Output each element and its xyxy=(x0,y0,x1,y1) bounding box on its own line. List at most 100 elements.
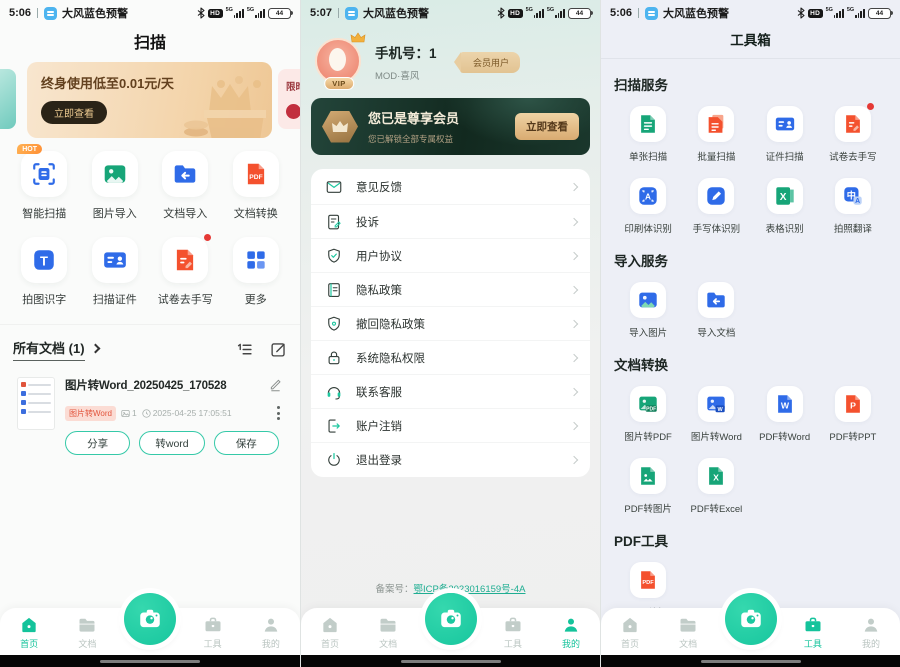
nav-me[interactable]: 我的 xyxy=(842,613,900,650)
timestamp: 2025-04-25 17:05:51 xyxy=(142,408,232,418)
quick-action-more[interactable]: 更多 xyxy=(221,237,292,307)
all-documents-link[interactable]: 所有文档 (1) xyxy=(13,338,85,361)
quick-action-label: 文档转换 xyxy=(234,205,278,221)
quick-action-doc-import[interactable]: 文档导入 xyxy=(150,151,221,221)
sort-list-icon[interactable] xyxy=(236,341,253,358)
home-indicator[interactable] xyxy=(401,660,501,663)
tool-handwriting-ocr[interactable]: 手写体识别 xyxy=(682,178,750,235)
camera-icon xyxy=(738,606,764,632)
tool-id-scan[interactable]: 证件扫描 xyxy=(751,106,819,163)
weather-warning-text: 大风蓝色预警 xyxy=(363,5,429,21)
tool-batch-scan[interactable]: 批量扫描 xyxy=(682,106,750,163)
avatar[interactable]: VIP xyxy=(315,38,363,86)
section-title-convert: 文档转换 xyxy=(614,354,887,374)
tool-photo-translate[interactable]: 中A 拍照翻译 xyxy=(819,178,887,235)
home-indicator[interactable] xyxy=(701,660,801,663)
id-card-icon xyxy=(102,247,128,273)
section-title-pdf-tools: PDF工具 xyxy=(614,530,887,550)
tool-pdf-to-word[interactable]: W PDF转Word xyxy=(751,386,819,443)
divider xyxy=(37,8,38,18)
nav-docs[interactable]: 文档 xyxy=(659,613,717,650)
share-button[interactable]: 分享 xyxy=(65,431,130,455)
home-icon xyxy=(19,615,39,635)
home-indicator[interactable] xyxy=(100,660,200,663)
signal-icon-sim1: 5G xyxy=(526,8,544,18)
nav-docs[interactable]: 文档 xyxy=(359,613,417,650)
nav-home[interactable]: 首页 xyxy=(601,613,659,650)
document-thumbnail[interactable] xyxy=(17,377,55,430)
document-row[interactable]: 图片转Word_20250425_170528 图片转Word 1 2025-0… xyxy=(15,375,285,457)
quick-action-label: 更多 xyxy=(245,291,267,307)
gesture-bar xyxy=(0,655,300,667)
nav-tools[interactable]: 工具 xyxy=(784,613,842,650)
chevron-right-icon xyxy=(570,319,578,327)
nav-tools[interactable]: 工具 xyxy=(183,613,241,650)
import-image-icon xyxy=(637,289,659,311)
quick-action-doc-convert[interactable]: PDF 文档转换 xyxy=(221,151,292,221)
nav-me[interactable]: 我的 xyxy=(242,613,300,650)
quick-action-erase-handwriting[interactable]: 试卷去手写 xyxy=(150,237,221,307)
menu-item-feedback[interactable]: 意见反馈 xyxy=(311,170,590,204)
chevron-right-icon xyxy=(570,387,578,395)
icp-link[interactable]: 鄂ICP备2023016159号-4A xyxy=(414,584,526,595)
weather-warning-icon xyxy=(44,7,57,20)
chevron-right-icon xyxy=(570,421,578,429)
tool-print-ocr[interactable]: A 印刷体识别 xyxy=(614,178,682,235)
menu-item-logout[interactable]: 退出登录 xyxy=(311,442,590,476)
menu-item-system-permissions[interactable]: 系统隐私权限 xyxy=(311,340,590,374)
to-word-button[interactable]: 转word xyxy=(139,431,204,455)
page-title: 扫描 xyxy=(0,29,300,53)
nav-tools[interactable]: 工具 xyxy=(484,613,542,650)
tool-erase-handwriting[interactable]: 试卷去手写 xyxy=(819,106,887,163)
banner-cta-button[interactable]: 立即查看 xyxy=(41,101,107,124)
compose-icon[interactable] xyxy=(270,341,287,358)
svg-text:P: P xyxy=(850,401,856,411)
carousel-next-card[interactable]: 限时 xyxy=(278,69,300,129)
tool-pdf-to-img[interactable]: PDF转图片 xyxy=(614,458,682,515)
quick-action-smart-scan[interactable]: HOT 智能扫描 xyxy=(9,151,80,221)
quick-action-image-import[interactable]: 图片导入 xyxy=(80,151,151,221)
save-button[interactable]: 保存 xyxy=(214,431,279,455)
more-options-icon[interactable] xyxy=(273,404,283,422)
tool-img-to-pdf[interactable]: PDF 图片转PDF xyxy=(614,386,682,443)
carousel-prev-card[interactable] xyxy=(0,69,16,129)
menu-item-delete-account[interactable]: 账户注销 xyxy=(311,408,590,442)
nav-docs[interactable]: 文档 xyxy=(58,613,116,650)
quick-action-photo-ocr[interactable]: T 拍图识字 xyxy=(9,237,80,307)
nav-home[interactable]: 首页 xyxy=(301,613,359,650)
rename-pencil-icon[interactable] xyxy=(264,377,283,397)
camera-icon xyxy=(137,606,163,632)
chevron-right-icon xyxy=(90,344,100,354)
status-time: 5:06 xyxy=(9,7,31,19)
menu-item-contact-support[interactable]: 联系客服 xyxy=(311,374,590,408)
more-grid-icon xyxy=(243,247,269,273)
person-icon xyxy=(861,615,881,635)
tool-import-image[interactable]: 导入图片 xyxy=(614,282,682,339)
section-title-import: 导入服务 xyxy=(614,250,887,270)
menu-item-complaint[interactable]: 投诉 xyxy=(311,204,590,238)
tool-import-doc[interactable]: 导入文档 xyxy=(682,282,750,339)
photo-translate-icon: 中A xyxy=(842,185,864,207)
tool-pdf-to-ppt[interactable]: P PDF转PPT xyxy=(819,386,887,443)
member-view-button[interactable]: 立即查看 xyxy=(515,113,579,140)
nav-me[interactable]: 我的 xyxy=(542,613,600,650)
tool-single-scan[interactable]: 单张扫描 xyxy=(614,106,682,163)
promo-banner[interactable]: 终身使用低至0.01元/天 立即查看 xyxy=(27,62,272,138)
member-card[interactable]: 您已是尊享会员 您已解锁全部专属权益 立即查看 xyxy=(311,98,590,155)
print-ocr-icon: A xyxy=(637,185,659,207)
doc-convert-grid: PDF 图片转PDF W 图片转Word W PDF转Word P PDF转PP… xyxy=(614,386,887,515)
quick-action-label: 试卷去手写 xyxy=(158,291,213,307)
menu-item-revoke-privacy[interactable]: 撤回隐私政策 xyxy=(311,306,590,340)
tool-pdf-to-excel[interactable]: X PDF转Excel xyxy=(682,458,750,515)
menu-item-privacy-policy[interactable]: 隐私政策 xyxy=(311,272,590,306)
limited-time-label: 限时 xyxy=(286,82,300,93)
tool-table-ocr[interactable]: X 表格识别 xyxy=(751,178,819,235)
camera-button[interactable] xyxy=(725,593,777,645)
tool-img-to-word[interactable]: W 图片转Word xyxy=(682,386,750,443)
menu-item-user-agreement[interactable]: 用户协议 xyxy=(311,238,590,272)
img-to-pdf-icon: PDF xyxy=(637,393,659,415)
nav-home[interactable]: 首页 xyxy=(0,613,58,650)
camera-button[interactable] xyxy=(425,593,477,645)
quick-action-id-scan[interactable]: 扫描证件 xyxy=(80,237,151,307)
camera-button[interactable] xyxy=(124,593,176,645)
